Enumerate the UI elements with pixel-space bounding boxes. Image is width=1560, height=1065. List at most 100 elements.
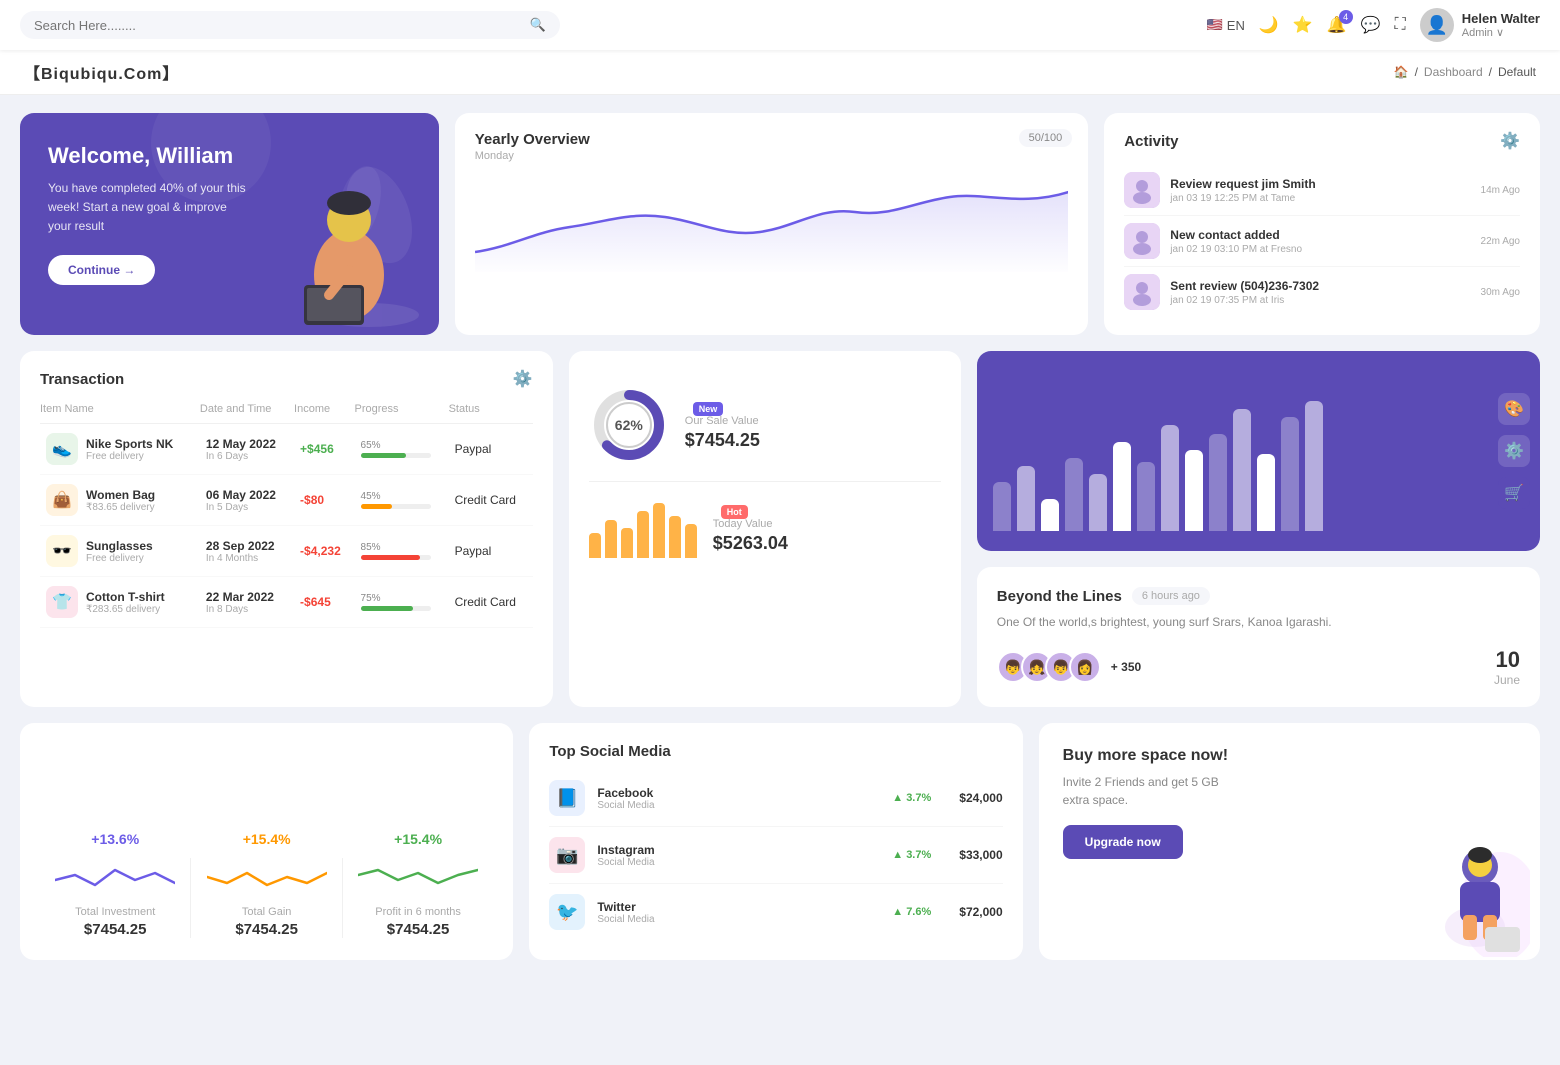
stats-card: +13.6% Total Investment $7454.25 +15.4% … [20,723,513,960]
table-row: 👜 Women Bag ₹83.65 delivery 06 May 2022 … [40,475,533,526]
bar-item [1185,450,1203,531]
item-income: -$4,232 [294,526,354,577]
row-1: Welcome, William You have completed 40% … [20,113,1540,335]
item-cell: 👜 Women Bag ₹83.65 delivery [46,484,194,516]
stat-pct: +15.4% [191,831,341,847]
item-icon: 👜 [46,484,78,516]
bar-item [1017,466,1035,531]
activity-title: Activity [1124,133,1178,150]
donut-label: 62% [615,417,643,433]
bar-item [1233,409,1251,531]
activity-item-time: 14m Ago [1481,185,1520,196]
new-badge: New [693,402,724,416]
item-income: +$456 [294,424,354,475]
search-icon: 🔍 [530,17,546,33]
item-date: 28 Sep 2022 [206,539,288,553]
social-sub: Social Media [597,857,654,868]
transaction-table: Item NameDate and TimeIncomeProgressStat… [40,403,533,628]
star-icon[interactable]: ⭐ [1293,15,1313,35]
social-item: 📷 Instagram Social Media ▲ 3.7% $33,000 [549,827,1002,884]
activity-item-time: 30m Ago [1481,287,1520,298]
stat-item: +13.6% Total Investment $7454.25 [40,831,190,938]
beyond-card: Beyond the Lines 6 hours ago One Of the … [977,567,1540,707]
fullscreen-icon[interactable]: ⛶ [1395,16,1406,34]
beyond-month: June [1494,673,1520,687]
activity-item: Review request jim Smith jan 03 19 12:25… [1124,165,1520,216]
yearly-chart [475,172,1069,272]
buy-illustration [1400,827,1530,960]
language-selector[interactable]: 🇺🇸 EN [1207,17,1245,33]
progress-fill [361,453,407,458]
item-sub: ₹283.65 delivery [86,604,165,615]
buy-space-title: Buy more space now! [1063,747,1516,765]
activity-item-sub: jan 02 19 03:10 PM at Fresno [1170,244,1302,255]
stat-label: Profit in 6 months [343,906,493,918]
buy-space-card: Buy more space now! Invite 2 Friends and… [1039,723,1540,960]
avatar-stack: 👦👧👦👩 [997,651,1101,683]
breadcrumb-dashboard[interactable]: Dashboard [1424,65,1483,79]
item-days: In 5 Days [206,502,288,513]
social-list: 📘 Facebook Social Media ▲ 3.7% $24,000 📷… [549,770,1002,940]
breadcrumb-bar: 【Biqubiqu.Com】 🏠 / Dashboard / Default [0,50,1560,95]
item-icon: 👟 [46,433,78,465]
activity-header: Activity ⚙️ [1124,131,1520,151]
yearly-overview-card: Yearly Overview Monday 50/100 [455,113,1089,335]
bar-rect [1161,425,1179,531]
bar-rect [1137,462,1155,531]
activity-item-title: Sent review (504)236-7302 [1170,279,1319,293]
social-sub: Social Media [597,914,654,925]
chat-icon[interactable]: 💬 [1361,15,1381,35]
item-date: 12 May 2022 [206,437,288,451]
cart-icon[interactable]: 🛒 [1498,477,1530,509]
upgrade-button[interactable]: Upgrade now [1063,825,1183,859]
activity-thumb [1124,172,1160,208]
beyond-day: 10 [1494,647,1520,673]
item-icon: 👕 [46,586,78,618]
item-income: -$645 [294,577,354,628]
settings-icon[interactable]: ⚙️ [1498,435,1530,467]
bar-chart [993,381,1524,531]
item-sub: Free delivery [86,553,153,564]
notification-badge: 4 [1339,10,1353,24]
user-profile[interactable]: 👤 Helen Walter Admin ∨ [1420,8,1540,42]
activity-settings-button[interactable]: ⚙️ [1500,131,1520,151]
social-icon: 📷 [549,837,585,873]
yearly-sale-value: $7454.25 [685,430,760,451]
continue-button[interactable]: Continue → [48,255,155,285]
nav-right: 🇺🇸 EN 🌙 ⭐ 🔔 4 💬 ⛶ 👤 Helen Walter Admin ∨ [1207,8,1540,42]
bar-item [1209,434,1227,532]
stat-label: Total Investment [40,906,190,918]
home-icon[interactable]: 🏠 [1394,65,1409,79]
search-bar[interactable]: 🔍 [20,11,560,39]
bar-rect [1305,401,1323,531]
activity-item-time: 22m Ago [1481,236,1520,247]
bar-rect [1281,417,1299,531]
progress-bar [361,504,431,509]
transaction-title: Transaction [40,371,124,388]
today-sale-section: Hot Today Value $5263.04 [589,482,941,574]
progress-fill [361,555,421,560]
bar-item [1113,442,1131,531]
beyond-date: 10 June [1494,647,1520,687]
social-revenue: $24,000 [959,791,1002,805]
activity-thumb [1124,223,1160,259]
palette-icon[interactable]: 🎨 [1498,393,1530,425]
bar-rect [1185,450,1203,531]
notification-icon[interactable]: 🔔 4 [1327,15,1347,35]
progress-label: 65% [361,440,443,451]
item-status: Paypal [449,526,533,577]
bar-item [1305,401,1323,531]
activity-item-sub: jan 03 19 12:25 PM at Tame [1170,193,1315,204]
transaction-settings-button[interactable]: ⚙️ [513,369,533,389]
stat-pct: +13.6% [40,831,190,847]
stat-line-chart [358,855,478,895]
theme-toggle-icon[interactable]: 🌙 [1259,15,1279,35]
bar-item [1257,454,1275,531]
welcome-card: Welcome, William You have completed 40% … [20,113,439,335]
bar-rect [1233,409,1251,531]
bar-item [1161,425,1179,531]
search-input[interactable] [34,18,522,33]
beyond-title: Beyond the Lines [997,588,1122,605]
item-date: 06 May 2022 [206,488,288,502]
stat-line-chart [207,855,327,895]
